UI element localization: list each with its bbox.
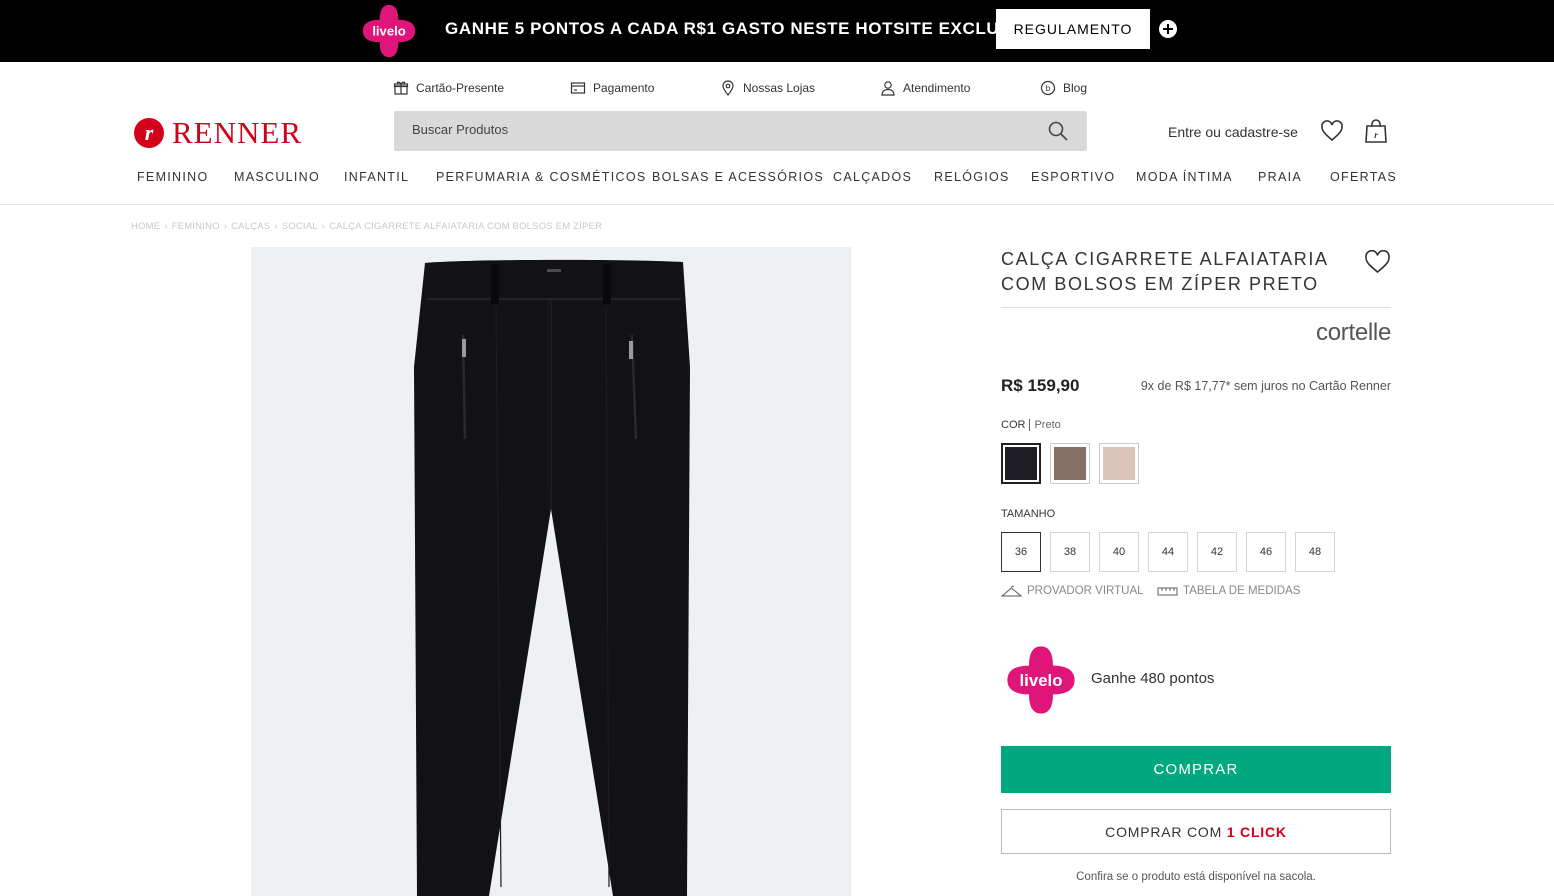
breadcrumb-calcas[interactable]: CALÇAS bbox=[231, 221, 270, 232]
utility-link-gift-card[interactable]: Cartão-Presente bbox=[393, 78, 504, 98]
size-chart-link[interactable]: TABELA DE MEDIDAS bbox=[1157, 584, 1300, 598]
svg-text:livelo: livelo bbox=[372, 24, 405, 39]
size-option[interactable]: 42 bbox=[1197, 532, 1237, 572]
blog-icon: b bbox=[1040, 80, 1056, 96]
nav-item-esportivo[interactable]: ESPORTIVO bbox=[1031, 170, 1115, 184]
size-label: TAMANHO bbox=[1001, 508, 1056, 520]
breadcrumb-current: CALÇA CIGARRETE ALFAIATARIA COM BOLSOS E… bbox=[329, 221, 603, 232]
size-option[interactable]: 40 bbox=[1099, 532, 1139, 572]
color-swatch-fill bbox=[1005, 447, 1037, 480]
breadcrumb-social[interactable]: SOCIAL bbox=[282, 221, 318, 232]
login-link[interactable]: Entre ou cadastre-se bbox=[1168, 124, 1298, 140]
renner-logo-text: RENNER bbox=[172, 115, 302, 150]
utility-link-label: Blog bbox=[1063, 81, 1088, 95]
gift-icon bbox=[393, 81, 409, 95]
breadcrumb-separator: › bbox=[164, 221, 168, 232]
nav-item-bolsas[interactable]: BOLSAS E ACESSÓRIOS bbox=[652, 170, 824, 184]
breadcrumb-separator: › bbox=[321, 221, 326, 232]
breadcrumb-feminino[interactable]: FEMININO bbox=[172, 221, 220, 232]
payment-icon bbox=[570, 82, 586, 94]
nav-item-masculino[interactable]: MASCULINO bbox=[234, 170, 320, 184]
color-swatch-fill bbox=[1054, 447, 1086, 480]
buy-one-click-button[interactable]: COMPRAR COM 1 CLICK bbox=[1001, 809, 1391, 854]
breadcrumb-home[interactable]: HOME bbox=[131, 221, 160, 232]
header-divider bbox=[0, 204, 1554, 205]
buy-one-click-label: COMPRAR COM bbox=[1105, 823, 1227, 840]
svg-text:livelo: livelo bbox=[1020, 671, 1063, 690]
utility-link-label: Atendimento bbox=[903, 81, 971, 95]
livelo-points-text: Ganhe 480 pontos bbox=[1091, 670, 1215, 687]
utility-link-support[interactable]: Atendimento bbox=[880, 78, 970, 98]
regulamento-button[interactable]: REGULAMENTO bbox=[996, 9, 1150, 49]
buy-button[interactable]: COMPRAR bbox=[1001, 746, 1391, 793]
svg-text:b: b bbox=[1046, 84, 1051, 93]
nav-item-moda-intima[interactable]: MODA ÍNTIMA bbox=[1136, 170, 1233, 184]
promo-message: GANHE 5 PONTOS A CADA R$1 GASTO NESTE HO… bbox=[445, 19, 1043, 38]
product-title: CALÇA CIGARRETE ALFAIATARIA COM BOLSOS E… bbox=[1001, 249, 1328, 294]
livelo-logo: livelo bbox=[1007, 646, 1075, 714]
size-option[interactable]: 38 bbox=[1050, 532, 1090, 572]
utility-link-stores[interactable]: Nossas Lojas bbox=[720, 78, 815, 98]
availability-note: Confira se o produto está disponível na … bbox=[1076, 871, 1316, 883]
main-nav: FEMININO MASCULINO INFANTIL PERFUMARIA &… bbox=[0, 170, 1554, 188]
breadcrumb-separator: › bbox=[274, 221, 278, 232]
size-option[interactable]: 36 bbox=[1001, 532, 1041, 572]
breadcrumb: HOME › FEMININO › CALÇAS › SOCIAL › CALÇA CIGARR… bbox=[131, 221, 602, 232]
utility-link-label: Nossas Lojas bbox=[743, 81, 816, 95]
nav-item-relogios[interactable]: RELÓGIOS bbox=[934, 170, 1010, 184]
size-option[interactable]: 46 bbox=[1246, 532, 1286, 572]
utility-link-label: Cartão-Presente bbox=[416, 81, 505, 95]
size-option[interactable]: 44 bbox=[1148, 532, 1188, 572]
search-icon[interactable] bbox=[1047, 120, 1069, 142]
color-swatch-beige[interactable] bbox=[1099, 443, 1139, 484]
livelo-logo[interactable]: livelo bbox=[361, 3, 417, 59]
heart-icon[interactable] bbox=[1320, 120, 1344, 142]
size-option[interactable]: 48 bbox=[1295, 532, 1335, 572]
color-label-text: COR bbox=[1001, 419, 1026, 431]
favorite-heart-icon[interactable] bbox=[1364, 250, 1391, 274]
selected-color-value: Preto bbox=[1029, 419, 1061, 431]
nav-item-ofertas[interactable]: OFERTAS bbox=[1330, 170, 1397, 184]
virtual-fitting-label: PROVADOR VIRTUAL bbox=[1027, 585, 1144, 597]
nav-item-infantil[interactable]: INFANTIL bbox=[344, 170, 409, 184]
brand-name[interactable]: cortelle bbox=[1260, 319, 1391, 347]
product-price: R$ 159,90 bbox=[1001, 376, 1080, 395]
hanger-icon bbox=[1001, 585, 1022, 597]
utility-link-blog[interactable]: b Blog bbox=[1040, 78, 1087, 98]
ruler-icon bbox=[1157, 587, 1178, 596]
nav-item-perfumaria[interactable]: PERFUMARIA & COSMÉTICOS bbox=[436, 170, 646, 184]
search-input[interactable] bbox=[412, 122, 1012, 137]
color-label: COR Preto bbox=[1001, 419, 1061, 431]
renner-logo[interactable]: r RENNER bbox=[134, 115, 302, 151]
product-image[interactable] bbox=[251, 247, 851, 896]
virtual-fitting-link[interactable]: PROVADOR VIRTUAL bbox=[1001, 584, 1144, 598]
breadcrumb-separator: › bbox=[223, 221, 228, 232]
renner-logo-mark: r bbox=[134, 118, 164, 148]
promo-bar: livelo GANHE 5 PONTOS A CADA R$1 GASTO N… bbox=[0, 0, 1554, 62]
nav-item-feminino[interactable]: FEMININO bbox=[137, 170, 209, 184]
nav-item-praia[interactable]: PRAIA bbox=[1258, 170, 1302, 184]
one-click-highlight: 1 CLICK bbox=[1226, 823, 1287, 840]
user-icon bbox=[881, 81, 895, 96]
search-bar bbox=[394, 111, 1087, 151]
title-divider bbox=[1001, 307, 1391, 308]
color-swatch-brown[interactable] bbox=[1050, 443, 1090, 484]
location-pin-icon bbox=[722, 80, 734, 96]
pants-image bbox=[414, 259, 690, 896]
color-swatch-black[interactable] bbox=[1001, 443, 1041, 484]
nav-item-calcados[interactable]: CALÇADOS bbox=[833, 170, 912, 184]
utility-link-label: Pagamento bbox=[593, 81, 655, 95]
plus-icon[interactable] bbox=[1159, 20, 1177, 38]
size-chart-label: TABELA DE MEDIDAS bbox=[1183, 585, 1301, 597]
installments-text: 9x de R$ 17,77* sem juros no Cartão Renn… bbox=[1140, 379, 1391, 393]
shopping-bag-icon[interactable]: r bbox=[1364, 118, 1388, 144]
svg-text:r: r bbox=[1374, 130, 1378, 140]
color-swatch-fill bbox=[1103, 447, 1135, 480]
utility-link-payment[interactable]: Pagamento bbox=[570, 78, 654, 98]
